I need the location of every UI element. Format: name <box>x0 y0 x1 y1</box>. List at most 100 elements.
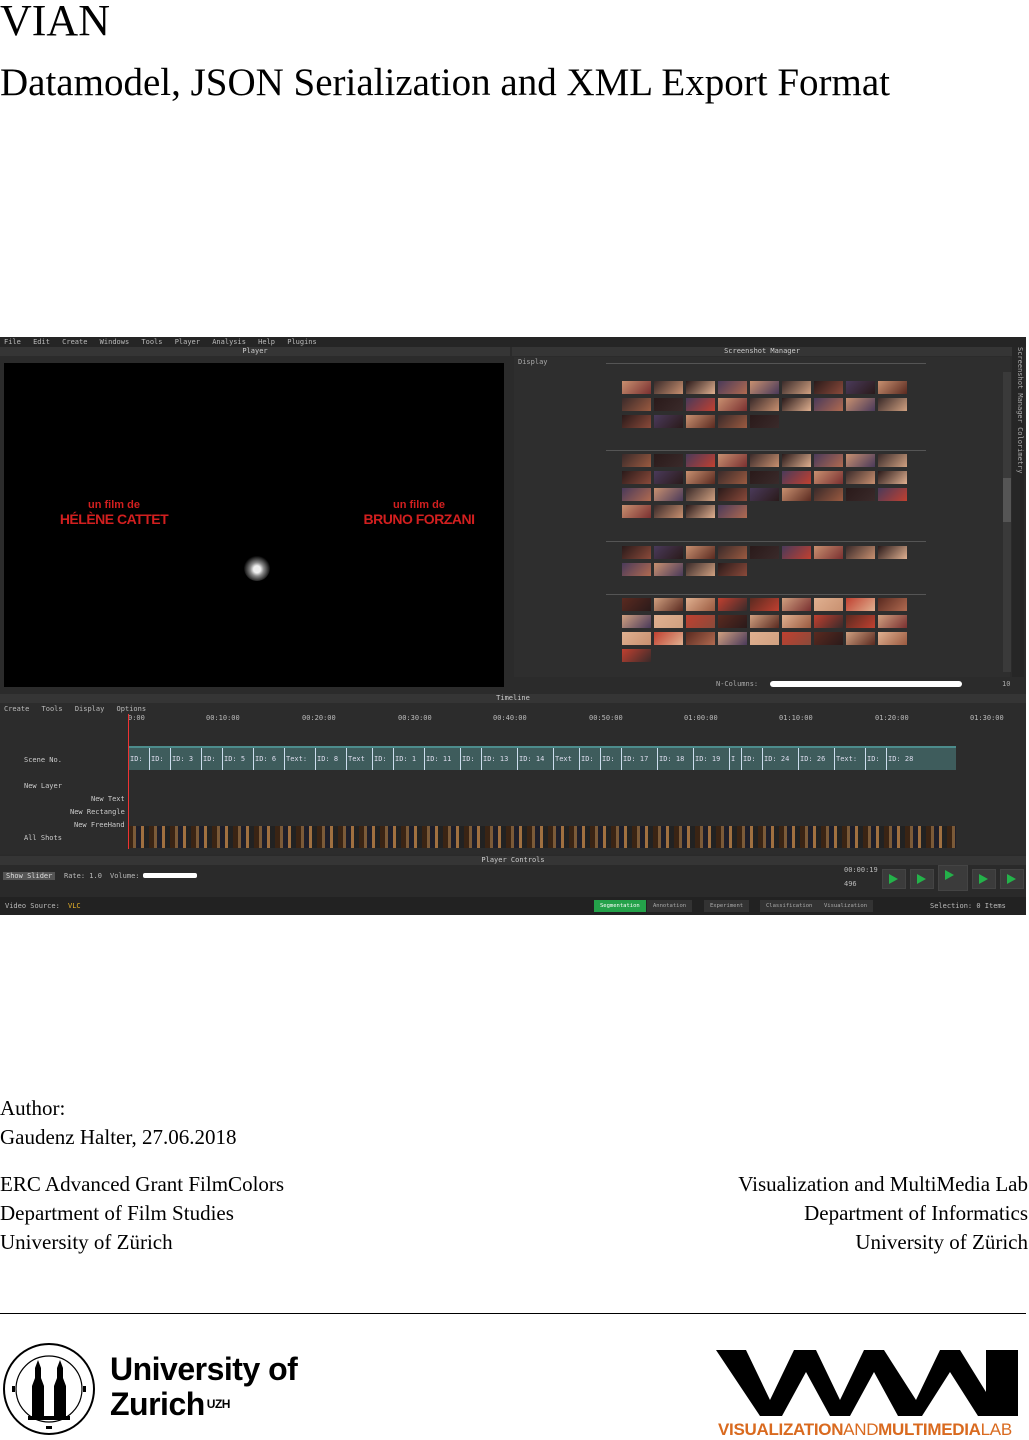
scene-cut[interactable] <box>460 748 461 770</box>
screenshot-thumbnail[interactable] <box>750 398 779 411</box>
next-segment-button[interactable] <box>1000 869 1024 889</box>
screenshot-thumbnail[interactable] <box>622 632 651 645</box>
scene-track-bar[interactable]: ID: ID: ID: 3 ID: ID: 5 ID: 6 Text: ID: 8 Text ID… <box>128 746 956 770</box>
track-layer[interactable]: New Layer <box>24 782 62 790</box>
step-back-button[interactable] <box>910 869 934 889</box>
menu-tools[interactable]: Tools <box>141 338 162 346</box>
screenshot-thumbnail[interactable] <box>878 381 907 394</box>
screenshot-thumbnail[interactable] <box>878 615 907 628</box>
screenshot-thumbnail[interactable] <box>718 488 747 501</box>
screenshot-thumbnail[interactable] <box>718 381 747 394</box>
track-text[interactable]: New Text <box>91 795 125 803</box>
screenshot-thumbnail[interactable] <box>622 471 651 484</box>
screenshot-thumbnail[interactable] <box>846 598 875 611</box>
screenshot-thumbnail[interactable] <box>750 615 779 628</box>
screenshot-thumbnail[interactable] <box>686 505 715 518</box>
screenshot-thumbnail[interactable] <box>654 615 683 628</box>
scene-cut[interactable] <box>553 748 554 770</box>
track-freehand[interactable]: New FreeHand <box>74 821 125 829</box>
screenshot-thumbnail[interactable] <box>782 488 811 501</box>
screenshot-thumbnail[interactable] <box>878 398 907 411</box>
screenshot-scrollbar[interactable] <box>1003 372 1011 672</box>
screenshot-thumbnail[interactable] <box>782 598 811 611</box>
tl-menu-options[interactable]: Options <box>117 705 147 713</box>
tl-menu-display[interactable]: Display <box>75 705 105 713</box>
screenshot-thumbnail[interactable] <box>654 398 683 411</box>
screenshot-thumbnail[interactable] <box>622 546 651 559</box>
screenshot-thumbnail[interactable] <box>686 488 715 501</box>
screenshot-thumbnail[interactable] <box>878 546 907 559</box>
screenshot-thumbnail[interactable] <box>622 505 651 518</box>
menu-create[interactable]: Create <box>62 338 87 346</box>
step-forward-button[interactable] <box>972 869 996 889</box>
screenshot-thumbnail[interactable] <box>654 381 683 394</box>
screenshot-thumbnail[interactable] <box>622 415 651 428</box>
scene-cut[interactable] <box>657 748 658 770</box>
track-rectangle[interactable]: New Rectangle <box>70 808 125 816</box>
scene-cut[interactable] <box>170 748 171 770</box>
scene-cut[interactable] <box>579 748 580 770</box>
menu-file[interactable]: File <box>4 338 21 346</box>
screenshot-thumbnail[interactable] <box>814 546 843 559</box>
scene-cut[interactable] <box>762 748 763 770</box>
stage-experiment[interactable]: Experiment <box>704 900 750 912</box>
screenshot-thumbnail[interactable] <box>846 546 875 559</box>
n-columns-slider[interactable] <box>770 681 962 687</box>
stage-classification[interactable]: Classification <box>760 900 819 912</box>
prev-segment-button[interactable] <box>882 869 906 889</box>
screenshot-thumbnail[interactable] <box>686 546 715 559</box>
screenshot-thumbnail[interactable] <box>878 471 907 484</box>
screenshot-thumbnail[interactable] <box>686 415 715 428</box>
screenshot-thumbnail[interactable] <box>622 615 651 628</box>
scene-cut[interactable] <box>798 748 799 770</box>
scene-cut[interactable] <box>372 748 373 770</box>
stage-visualization[interactable]: Visualization <box>818 900 874 912</box>
screenshot-thumbnail[interactable] <box>782 546 811 559</box>
scene-cut[interactable] <box>346 748 347 770</box>
screenshot-thumbnail[interactable] <box>814 615 843 628</box>
scene-cut[interactable] <box>600 748 601 770</box>
volume-slider[interactable] <box>143 873 197 878</box>
menu-help[interactable]: Help <box>258 338 275 346</box>
screenshot-thumbnail[interactable] <box>718 471 747 484</box>
screenshot-thumbnail[interactable] <box>654 563 683 576</box>
screenshot-thumbnail[interactable] <box>718 454 747 467</box>
screenshot-thumbnail[interactable] <box>814 471 843 484</box>
screenshot-thumbnail[interactable] <box>718 615 747 628</box>
scene-cut[interactable] <box>315 748 316 770</box>
screenshot-thumbnail[interactable] <box>686 471 715 484</box>
scene-cut[interactable] <box>693 748 694 770</box>
screenshot-thumbnail[interactable] <box>782 381 811 394</box>
screenshot-thumbnail[interactable] <box>686 632 715 645</box>
screenshot-thumbnail[interactable] <box>622 381 651 394</box>
scrollbar-knob[interactable] <box>1003 478 1011 522</box>
screenshot-thumbnail[interactable] <box>878 598 907 611</box>
screenshot-thumbnail[interactable] <box>718 546 747 559</box>
screenshot-thumbnail[interactable] <box>846 381 875 394</box>
scene-cut[interactable] <box>621 748 622 770</box>
screenshot-thumbnail[interactable] <box>622 454 651 467</box>
menu-edit[interactable]: Edit <box>33 338 50 346</box>
scene-cut[interactable] <box>481 748 482 770</box>
screenshot-thumbnail[interactable] <box>622 488 651 501</box>
screenshot-thumbnail[interactable] <box>814 488 843 501</box>
screenshot-thumbnail[interactable] <box>750 381 779 394</box>
screenshot-thumbnail[interactable] <box>686 381 715 394</box>
screenshot-thumbnail[interactable] <box>846 488 875 501</box>
menu-plugins[interactable]: Plugins <box>287 338 317 346</box>
screenshot-thumbnail[interactable] <box>782 454 811 467</box>
screenshot-thumbnail[interactable] <box>654 546 683 559</box>
screenshot-thumbnail[interactable] <box>718 598 747 611</box>
screenshot-thumbnail[interactable] <box>718 632 747 645</box>
screenshot-thumbnail[interactable] <box>750 471 779 484</box>
scene-cut[interactable] <box>517 748 518 770</box>
screenshot-thumbnail[interactable] <box>654 454 683 467</box>
screenshot-thumbnail[interactable] <box>654 598 683 611</box>
track-scene[interactable]: Scene No. <box>24 756 62 764</box>
screenshot-thumbnail[interactable] <box>878 454 907 467</box>
screenshot-thumbnail[interactable] <box>750 546 779 559</box>
scene-cut[interactable] <box>393 748 394 770</box>
screenshot-thumbnail[interactable] <box>814 632 843 645</box>
screenshot-thumbnail[interactable] <box>846 615 875 628</box>
screenshot-thumbnail[interactable] <box>846 632 875 645</box>
